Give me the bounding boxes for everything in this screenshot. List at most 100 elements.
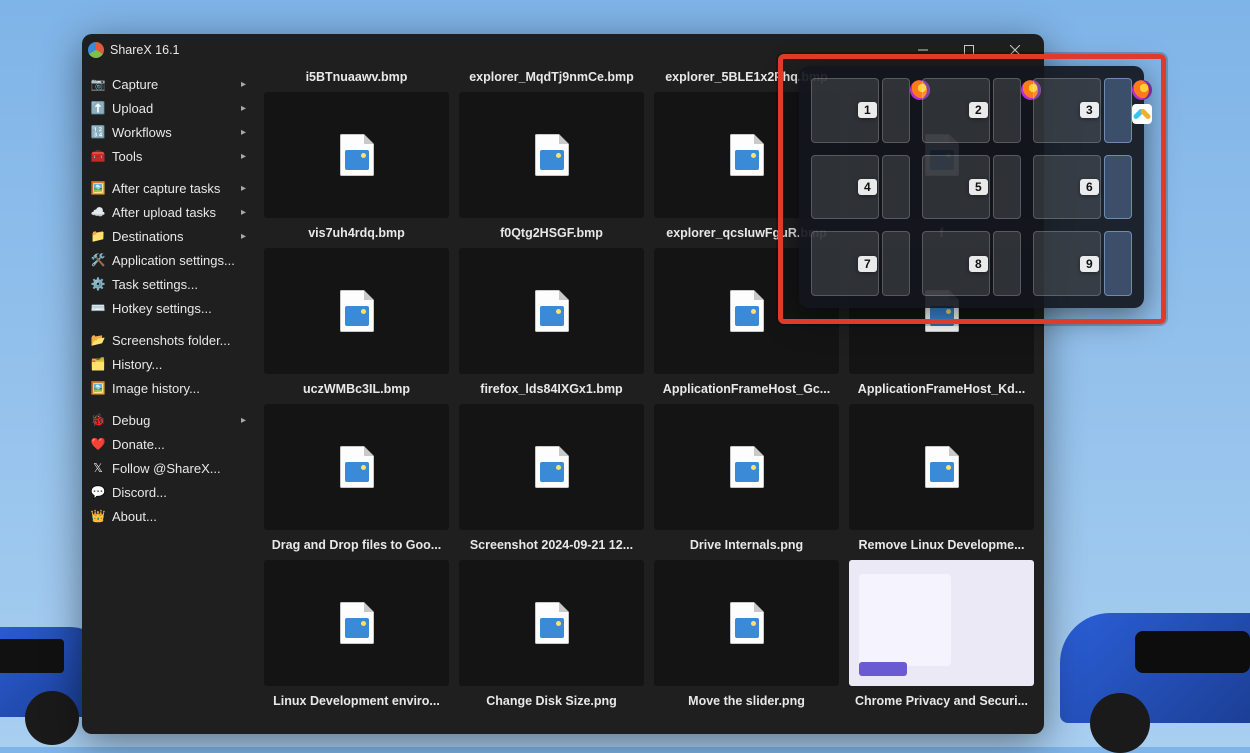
image-file-icon <box>535 290 569 332</box>
file-item[interactable]: uczWMBc3IL.bmp <box>264 382 449 530</box>
sidebar-item-about[interactable]: 👑 About... <box>82 504 254 528</box>
file-item[interactable]: Linux Development enviro... <box>264 694 449 716</box>
file-thumbnail <box>654 404 839 530</box>
file-item[interactable]: Screenshot 2024-09-21 12... <box>459 538 644 686</box>
minimize-button[interactable] <box>900 34 946 66</box>
titlebar[interactable]: ShareX 16.1 <box>82 34 1044 66</box>
maximize-button[interactable] <box>946 34 992 66</box>
file-thumbnail <box>849 560 1034 686</box>
sidebar-label: Debug <box>112 413 150 428</box>
file-item[interactable]: i5BTnuaawv.bmp <box>264 70 449 218</box>
sidebar-icon: ⬆️ <box>90 100 106 116</box>
sidebar-label: Workflows <box>112 125 172 140</box>
sidebar-label: Application settings... <box>112 253 235 268</box>
workspace-number: 2 <box>969 102 988 118</box>
workspace-4[interactable]: 4 <box>811 155 910 220</box>
workspace-8[interactable]: 8 <box>922 231 1021 296</box>
sidebar-icon: 🗂️ <box>90 356 106 372</box>
workspace-number: 8 <box>969 256 988 272</box>
sidebar-label: About... <box>112 509 157 524</box>
file-thumbnail <box>459 92 644 218</box>
sidebar-label: Upload <box>112 101 153 116</box>
workspace-6[interactable]: 6 <box>1033 155 1132 220</box>
workspace-number: 9 <box>1080 256 1099 272</box>
sidebar-label: Screenshots folder... <box>112 333 231 348</box>
file-thumbnail <box>264 248 449 374</box>
file-thumbnail <box>459 404 644 530</box>
sidebar-item-debug[interactable]: 🐞 Debug <box>82 408 254 432</box>
workspace-7[interactable]: 7 <box>811 231 910 296</box>
file-thumbnail <box>654 560 839 686</box>
firefox-icon <box>1132 80 1152 100</box>
file-item[interactable]: ApplicationFrameHost_Kd... <box>849 382 1034 530</box>
workspace-2[interactable]: 2 <box>922 78 1021 143</box>
sidebar-label: Destinations <box>112 229 184 244</box>
file-name: firefox_lds84IXGx1.bmp <box>459 382 644 400</box>
sidebar-item-image-history[interactable]: 🖼️Image history... <box>82 376 254 400</box>
sidebar-label: Capture <box>112 77 158 92</box>
sidebar-item-follow-sharex[interactable]: 𝕏Follow @ShareX... <box>82 456 254 480</box>
image-file-icon <box>340 134 374 176</box>
sidebar-icon: 📁 <box>90 228 106 244</box>
image-file-icon <box>730 446 764 488</box>
window-title: ShareX 16.1 <box>110 43 180 57</box>
file-item[interactable]: Chrome Privacy and Securi... <box>849 694 1034 716</box>
sidebar-item-application-settings[interactable]: 🛠️Application settings... <box>82 248 254 272</box>
file-item[interactable]: Move the slider.png <box>654 694 839 716</box>
sidebar-item-donate[interactable]: ❤️Donate... <box>82 432 254 456</box>
file-item[interactable]: Change Disk Size.png <box>459 694 644 716</box>
sidebar-item-task-settings[interactable]: ⚙️ Task settings... <box>82 272 254 296</box>
sidebar-label: Task settings... <box>112 277 198 292</box>
image-file-icon <box>340 602 374 644</box>
wallpaper-car-right <box>1060 613 1250 723</box>
close-button[interactable] <box>992 34 1038 66</box>
sidebar-item-workflows[interactable]: 🔢 Workflows <box>82 120 254 144</box>
sidebar-item-upload[interactable]: ⬆️ Upload <box>82 96 254 120</box>
workspace-9[interactable]: 9 <box>1033 231 1132 296</box>
image-file-icon <box>340 290 374 332</box>
image-file-icon <box>535 134 569 176</box>
sidebar-item-history[interactable]: 🗂️History... <box>82 352 254 376</box>
sidebar-icon: 💬 <box>90 484 106 500</box>
workspace-5[interactable]: 5 <box>922 155 1021 220</box>
file-thumbnail <box>849 404 1034 530</box>
sidebar-icon: 👑 <box>90 508 106 524</box>
sidebar-item-after-upload-tasks[interactable]: ☁️After upload tasks <box>82 200 254 224</box>
sidebar-label: Discord... <box>112 485 167 500</box>
file-item[interactable]: ApplicationFrameHost_Gc... <box>654 382 839 530</box>
sidebar-label: Tools <box>112 149 142 164</box>
sidebar-item-destinations[interactable]: 📁 Destinations <box>82 224 254 248</box>
sidebar-icon: 🔢 <box>90 124 106 140</box>
file-name: Drive Internals.png <box>654 538 839 556</box>
sidebar-item-hotkey-settings[interactable]: ⌨️Hotkey settings... <box>82 296 254 320</box>
file-item[interactable]: f0Qtg2HSGF.bmp <box>459 226 644 374</box>
file-item[interactable]: Drive Internals.png <box>654 538 839 686</box>
image-file-icon <box>730 290 764 332</box>
workspace-number: 3 <box>1080 102 1099 118</box>
file-item[interactable]: vis7uh4rdq.bmp <box>264 226 449 374</box>
file-item[interactable]: explorer_MqdTj9nmCe.bmp <box>459 70 644 218</box>
file-item[interactable]: Drag and Drop files to Goo... <box>264 538 449 686</box>
file-item[interactable]: Remove Linux Developme... <box>849 538 1034 686</box>
workspace-switcher-overlay[interactable]: 1 2 3 456 7 8 9 <box>799 66 1144 308</box>
image-file-icon <box>925 446 959 488</box>
workspace-app-icons <box>1132 80 1152 124</box>
sidebar-item-tools[interactable]: 🧰Tools <box>82 144 254 168</box>
sharex-logo-icon <box>88 42 104 58</box>
file-thumbnail <box>459 248 644 374</box>
sidebar-item-screenshots-folder[interactable]: 📂Screenshots folder... <box>82 328 254 352</box>
file-item[interactable]: firefox_lds84IXGx1.bmp <box>459 382 644 530</box>
workspace-3[interactable]: 3 <box>1033 78 1132 143</box>
sidebar-item-after-capture-tasks[interactable]: 🖼️After capture tasks <box>82 176 254 200</box>
sidebar-icon: ⚙️ <box>90 276 106 292</box>
file-name: ApplicationFrameHost_Kd... <box>849 382 1034 400</box>
workspace-1[interactable]: 1 <box>811 78 910 143</box>
file-name: vis7uh4rdq.bmp <box>264 226 449 244</box>
sidebar-label: After capture tasks <box>112 181 220 196</box>
file-name: i5BTnuaawv.bmp <box>264 70 449 88</box>
sidebar-icon: ☁️ <box>90 204 106 220</box>
sidebar-icon: 🐞 <box>90 412 106 428</box>
image-file-icon <box>535 446 569 488</box>
sidebar-item-discord[interactable]: 💬 Discord... <box>82 480 254 504</box>
sidebar-item-capture[interactable]: 📷Capture <box>82 72 254 96</box>
